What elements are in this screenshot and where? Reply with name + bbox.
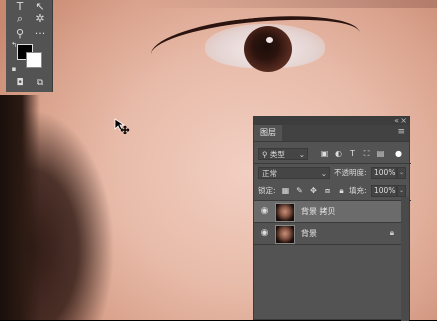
fill-dropdown-icon[interactable]: ⌄: [397, 185, 406, 197]
layers-panel: « × 图层 ≡ ⚲ 类型 ⌄ ▣ ◐ T ⛶ ▤ ● 正常 ⌄ 不透明度: 1…: [253, 116, 411, 321]
collapse-icon[interactable]: «: [394, 116, 399, 125]
scrollbar[interactable]: [401, 197, 409, 321]
toolbox: T ↖ ⌕ ✲ ⚲ ··· ↰ ▪ ◘ ⧉: [6, 0, 53, 92]
layer-name[interactable]: 背景 拷贝: [301, 206, 336, 217]
layer-thumbnail: [275, 225, 295, 244]
adjustment-filter-icon[interactable]: ◐: [334, 149, 343, 158]
tab-layers[interactable]: 图层: [254, 125, 282, 141]
layer-name[interactable]: 背景: [301, 228, 317, 239]
divider: [254, 163, 411, 164]
lasso-tool-icon[interactable]: ⌕: [12, 12, 28, 26]
pixel-filter-icon[interactable]: ▣: [320, 149, 329, 158]
magic-wand-tool-icon[interactable]: ✲: [32, 12, 48, 26]
default-colors-icon[interactable]: ▪: [6, 62, 22, 76]
eye-icon[interactable]: ◉: [259, 228, 270, 239]
lock-icon: 🔒︎: [389, 228, 394, 237]
lock-image-icon[interactable]: ✎: [295, 186, 304, 195]
lock-artboard-icon[interactable]: ⧈: [323, 186, 332, 195]
layer-row[interactable]: ◉ 背景 拷贝: [254, 201, 402, 222]
photo-region: [0, 95, 40, 320]
fill-label: 填充:: [349, 186, 367, 195]
filter-toggle-icon[interactable]: ●: [394, 149, 403, 158]
fill-input[interactable]: 100%: [371, 185, 397, 197]
panel-tabbar: 图层 ≡: [254, 125, 409, 142]
move-cursor-icon: [114, 118, 130, 134]
blend-row: 正常 ⌄ 不透明度: 100% ⌄: [254, 165, 411, 181]
divider: [254, 244, 402, 245]
chevron-down-icon: ⌄: [320, 169, 327, 178]
text-filter-icon[interactable]: T: [348, 149, 357, 158]
lock-all-icon[interactable]: 🔒︎: [337, 186, 346, 195]
layer-row[interactable]: ◉ 背景 🔒︎: [254, 223, 402, 244]
photo-region: [244, 26, 292, 72]
panel-menu-icon[interactable]: ≡: [397, 127, 405, 137]
swap-colors-icon[interactable]: ↰: [6, 38, 22, 52]
background-color-swatch[interactable]: [26, 52, 42, 68]
filter-row: ⚲ 类型 ⌄ ▣ ◐ T ⛶ ▤ ●: [254, 146, 411, 162]
photo-region: [266, 37, 273, 43]
lock-position-icon[interactable]: ✥: [309, 186, 318, 195]
shape-filter-icon[interactable]: ⛶: [362, 149, 371, 158]
more-tools-icon[interactable]: ···: [32, 27, 48, 41]
chevron-down-icon: ⌄: [298, 150, 305, 159]
lock-transparent-icon[interactable]: ▦: [281, 186, 290, 195]
layer-thumbnail: [275, 203, 295, 222]
blend-mode-value: 正常: [262, 169, 277, 178]
quick-mask-icon[interactable]: ◘: [12, 76, 28, 90]
opacity-input[interactable]: 100%: [371, 167, 397, 179]
eye-icon[interactable]: ◉: [259, 206, 270, 217]
close-icon[interactable]: ×: [400, 116, 407, 125]
smart-object-filter-icon[interactable]: ▤: [376, 149, 385, 158]
lock-label: 锁定:: [258, 186, 276, 195]
lock-row: 锁定: ▦ ✎ ✥ ⧈ 🔒︎ 填充: 100% ⌄: [254, 183, 411, 199]
search-icon: ⚲: [262, 150, 268, 159]
panel-header: « ×: [254, 116, 409, 125]
opacity-dropdown-icon[interactable]: ⌄: [397, 167, 406, 179]
filter-type-select[interactable]: ⚲ 类型 ⌄: [258, 148, 308, 160]
opacity-label: 不透明度:: [334, 168, 367, 177]
screen-mode-icon[interactable]: ⧉: [32, 76, 48, 90]
blend-mode-select[interactable]: 正常 ⌄: [258, 167, 330, 179]
filter-type-label: 类型: [269, 150, 285, 159]
photo-region: [140, 0, 437, 8]
